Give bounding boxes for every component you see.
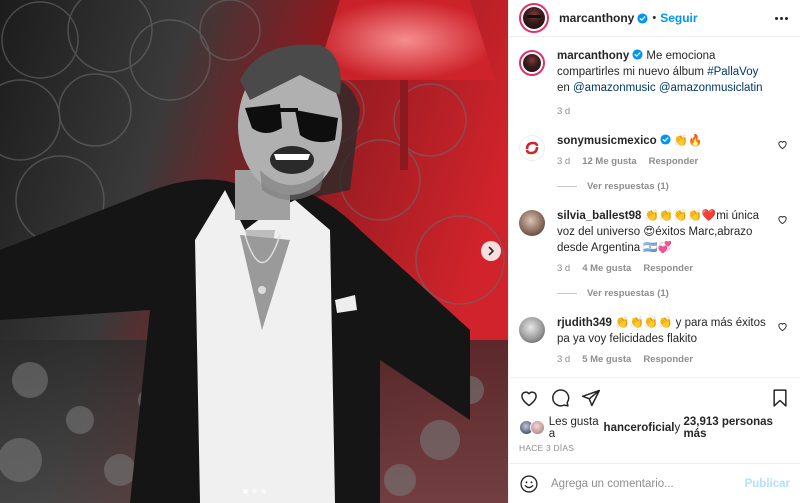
bookmark-icon[interactable] — [770, 388, 790, 408]
comment-text: sonymusicmexico 👏🔥 — [557, 133, 772, 149]
likes-prefix: Les gusta a — [548, 416, 599, 440]
author-username[interactable]: marcanthony — [559, 11, 634, 25]
view-replies-label: Ver respuestas (1) — [587, 181, 669, 192]
mention-link[interactable]: @amazonmusic — [573, 82, 656, 94]
verified-badge-icon — [632, 49, 643, 60]
chevron-right-icon — [488, 246, 494, 256]
instagram-post: marcanthony • Seguir marcanthony Me emoc… — [0, 0, 800, 503]
author-avatar[interactable] — [519, 3, 549, 33]
comment-author[interactable]: rjudith349 — [557, 317, 612, 329]
reply-button[interactable]: Responder — [649, 156, 699, 167]
slide-dot — [242, 489, 248, 494]
slide-dot — [260, 489, 266, 494]
post-media[interactable] — [0, 0, 508, 503]
comment-age[interactable]: 3 d — [557, 354, 570, 365]
comment-like-icon[interactable] — [777, 214, 788, 225]
verified-badge-icon — [660, 134, 671, 145]
view-replies-button[interactable]: Ver respuestas (1) — [557, 288, 788, 299]
publish-button[interactable]: Publicar — [745, 478, 790, 490]
comment-text: rjudith349 👏👏👏👏 y para más éxitos pa ya … — [557, 315, 772, 347]
liker-avatar — [530, 420, 545, 435]
comment-author[interactable]: silvia_ballest98 — [557, 210, 641, 222]
post-date[interactable]: HACE 3 DÍAS — [509, 439, 800, 457]
reply-button[interactable]: Responder — [643, 354, 693, 365]
comment-age[interactable]: 3 d — [557, 156, 570, 167]
comment-item: sonymusicmexico 👏🔥 3 d 12 Me gusta Respo… — [519, 133, 788, 167]
post-caption: marcanthony Me emociona compartirles mi … — [519, 48, 788, 117]
comment-meta: 3 d 12 Me gusta Responder — [557, 156, 772, 167]
liker-avatars[interactable] — [519, 420, 545, 436]
heart-icon[interactable] — [519, 388, 539, 408]
commenter-avatar[interactable] — [519, 135, 545, 161]
comment-icon[interactable] — [550, 388, 570, 408]
post-actions — [509, 377, 800, 417]
follow-button[interactable]: Seguir — [660, 11, 697, 25]
reply-button[interactable]: Responder — [643, 263, 693, 274]
post-header: marcanthony • Seguir — [509, 0, 800, 37]
caption-body: en — [557, 82, 573, 94]
likes-count[interactable]: 23,913 personas más — [683, 416, 790, 440]
mention-link[interactable]: @amazonmusiclatin — [659, 82, 763, 94]
caption-avatar[interactable] — [519, 50, 545, 76]
comment-likes[interactable]: 4 Me gusta — [582, 263, 631, 274]
slide-indicator — [0, 489, 508, 494]
comment-meta: 3 d 5 Me gusta Responder — [557, 354, 772, 365]
next-slide-button[interactable] — [481, 241, 501, 261]
comment-meta: 3 d 4 Me gusta Responder — [557, 263, 772, 274]
more-horizontal-icon[interactable] — [775, 16, 788, 20]
commenter-avatar[interactable] — [519, 317, 545, 343]
smiley-icon[interactable] — [519, 474, 539, 494]
comment-text: silvia_ballest98 👏👏👏👏❤️mi única voz del … — [557, 208, 772, 256]
hashtag-link[interactable]: #PallaVoy — [707, 66, 758, 78]
liker-username[interactable]: hanceroficial — [604, 422, 675, 434]
paper-plane-icon[interactable] — [581, 388, 601, 408]
post-photo — [0, 0, 508, 503]
header-separator: • — [652, 12, 657, 24]
caption-age[interactable]: 3 d — [557, 106, 570, 117]
comment-like-icon[interactable] — [777, 139, 788, 150]
comment-likes[interactable]: 5 Me gusta — [582, 354, 631, 365]
add-comment-bar: Publicar — [509, 463, 800, 503]
caption-text: marcanthony Me emociona compartirles mi … — [557, 48, 772, 96]
sony-music-logo — [525, 141, 539, 155]
comment-item: rjudith349 👏👏👏👏 y para más éxitos pa ya … — [519, 315, 788, 365]
caption-meta: 3 d — [557, 106, 772, 117]
view-replies-button[interactable]: Ver respuestas (1) — [557, 181, 788, 192]
comment-likes[interactable]: 12 Me gusta — [582, 156, 636, 167]
post-panel: marcanthony • Seguir marcanthony Me emoc… — [508, 0, 800, 503]
comment-body: 👏🔥 — [670, 135, 703, 147]
likes-summary: Les gusta a hanceroficial y 23,913 perso… — [509, 416, 800, 440]
caption-author[interactable]: marcanthony — [557, 50, 629, 62]
verified-badge-icon — [637, 12, 648, 24]
comments-list: marcanthony Me emociona compartirles mi … — [509, 37, 800, 377]
slide-dot — [251, 489, 257, 494]
likes-mid: y — [674, 422, 681, 434]
commenter-avatar[interactable] — [519, 210, 545, 236]
view-replies-label: Ver respuestas (1) — [587, 288, 669, 299]
comment-like-icon[interactable] — [777, 321, 788, 332]
comment-author[interactable]: sonymusicmexico — [557, 135, 657, 147]
comment-input[interactable] — [551, 477, 745, 490]
comment-age[interactable]: 3 d — [557, 263, 570, 274]
comment-item: silvia_ballest98 👏👏👏👏❤️mi única voz del … — [519, 208, 788, 274]
